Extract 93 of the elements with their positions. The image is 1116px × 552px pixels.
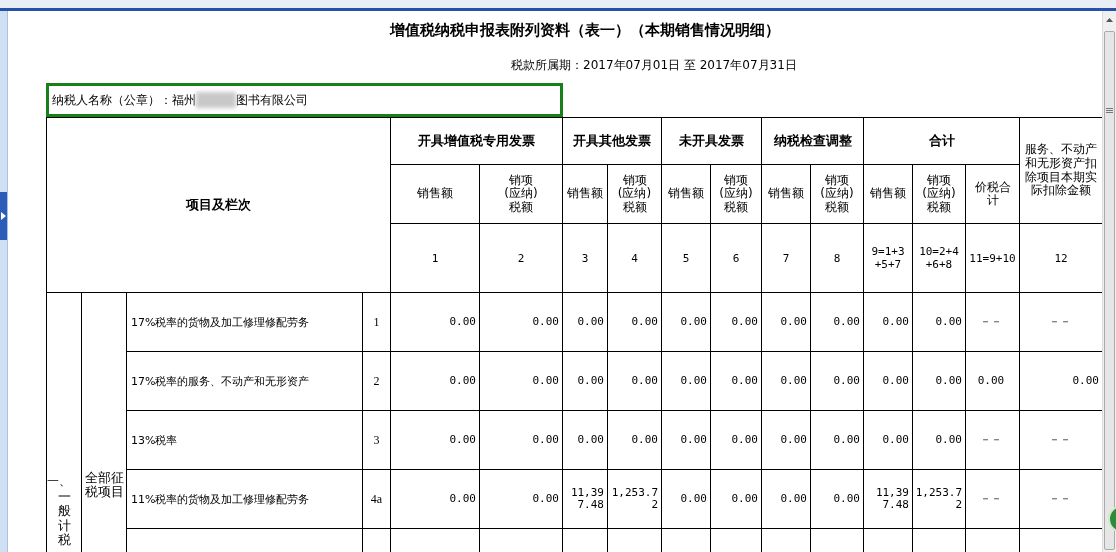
value-cell: 0.00 bbox=[863, 410, 913, 470]
header-cell: 纳税检查调整 bbox=[761, 117, 864, 165]
value-cell: 0.00 bbox=[390, 469, 480, 529]
value-cell: 0.00 bbox=[479, 469, 563, 529]
value-cell: 0.00 bbox=[761, 351, 811, 411]
value-cell: 11,397.48 bbox=[863, 469, 913, 529]
value-cell: 0.00 bbox=[661, 351, 711, 411]
value-cell: 0.00 bbox=[479, 351, 563, 411]
row-label: 17%税率的服务、不动产和无形资产 bbox=[126, 351, 363, 411]
value-cell: 0.00 bbox=[863, 351, 913, 411]
column-number: 10=2+4 +6+8 bbox=[912, 223, 966, 293]
header-cell: 销项(应纳)税额 bbox=[616, 174, 653, 214]
taxpayer-label: 纳税人名称（公章）：福州 bbox=[52, 91, 196, 109]
line-number: 1 bbox=[362, 292, 391, 352]
column-number: 8 bbox=[810, 223, 864, 293]
expand-arrow-icon bbox=[1, 212, 6, 220]
header-cell: 销项(应纳)税额 bbox=[718, 174, 754, 214]
header-cell: 销项(应纳)税额 bbox=[503, 174, 539, 214]
value-cell: －－ bbox=[965, 469, 1020, 529]
value-cell: 0.00 bbox=[562, 410, 608, 470]
value-cell: 0.00 bbox=[761, 292, 811, 352]
row-label: 17%税率的货物及加工修理修配劳务 bbox=[126, 292, 363, 352]
header-cell: 项目及栏次 bbox=[46, 117, 391, 293]
column-number: 9=1+3 +5+7 bbox=[863, 223, 913, 293]
tax-period: 税款所属期：2017年07月01日 至 2017年07月31日 bbox=[510, 57, 798, 71]
header-cell: 开具增值税专用发票 bbox=[390, 117, 563, 165]
value-cell: 0.00 bbox=[810, 469, 864, 529]
value-cell: 0.00 bbox=[710, 351, 762, 411]
column-number: 1 bbox=[390, 223, 480, 293]
column-number: 4 bbox=[607, 223, 662, 293]
header-cell: 销售额 bbox=[768, 187, 804, 201]
line-number: 2 bbox=[362, 351, 391, 411]
section-name: 一般计税 bbox=[57, 490, 71, 548]
column-number: 3 bbox=[562, 223, 608, 293]
header-cell: 销售额 bbox=[417, 187, 453, 201]
value-cell: －－ bbox=[965, 292, 1020, 352]
value-cell: 0.00 bbox=[390, 410, 480, 470]
column-number: 11=9+10 bbox=[965, 223, 1020, 293]
value-cell: 0.00 bbox=[607, 351, 662, 411]
value-cell: 0.00 bbox=[810, 410, 864, 470]
value-cell: 0.00 bbox=[810, 292, 864, 352]
header-cell: 销项(应纳)税额 bbox=[819, 174, 855, 214]
taxpayer-name: 图书有限公司 bbox=[236, 91, 308, 109]
scrollbar[interactable] bbox=[1102, 11, 1116, 552]
value-cell: 0.00 bbox=[710, 410, 762, 470]
value-cell: 0.00 bbox=[607, 410, 662, 470]
header-cell: 未开具发票 bbox=[661, 117, 762, 165]
form-title: 增值税纳税申报表附列资料（表一）（本期销售情况明细） bbox=[388, 20, 781, 41]
value-cell: 0.00 bbox=[661, 469, 711, 529]
value-cell: 0.00 bbox=[810, 351, 864, 411]
header-cell: 价税合计 bbox=[974, 180, 1011, 208]
header-cell: 销售额 bbox=[870, 187, 906, 201]
value-cell: 0.00 bbox=[710, 469, 762, 529]
expand-tab[interactable] bbox=[0, 192, 7, 240]
header-cell: 合计 bbox=[863, 117, 1020, 165]
value-cell: 11,397.48 bbox=[562, 469, 608, 529]
value-cell: 0.00 bbox=[390, 292, 480, 352]
value-cell: 0.00 bbox=[479, 410, 563, 470]
value-cell: 0.00 bbox=[761, 469, 811, 529]
value-cell: 0.00 bbox=[761, 410, 811, 470]
column-number: 7 bbox=[761, 223, 811, 293]
value-cell: 0.00 bbox=[912, 351, 966, 411]
value-cell: 0.00 bbox=[479, 292, 563, 352]
header-cell: 销项(应纳)税额 bbox=[921, 174, 957, 214]
header-cell: 开具其他发票 bbox=[562, 117, 662, 165]
value-cell: 0.00 bbox=[562, 351, 608, 411]
line-number: 4a bbox=[362, 469, 391, 529]
value-cell: 0.00 bbox=[661, 292, 711, 352]
line-number: 3 bbox=[362, 410, 391, 470]
value-cell: 0.00 bbox=[661, 410, 711, 470]
value-cell: 1,253.72 bbox=[607, 469, 662, 529]
value-cell: －－ bbox=[965, 410, 1020, 470]
row-label: 11%税率的货物及加工修理修配劳务 bbox=[126, 469, 363, 529]
grip-icon bbox=[1106, 107, 1113, 113]
column-number: 5 bbox=[661, 223, 711, 293]
header-cell: 销售额 bbox=[567, 187, 603, 201]
value-cell: 1,253.72 bbox=[912, 469, 966, 529]
value-cell: 0.00 bbox=[965, 351, 1020, 411]
column-number: 6 bbox=[710, 223, 762, 293]
value-cell: 0.00 bbox=[710, 292, 762, 352]
row-label: 13%税率 bbox=[126, 410, 363, 470]
scroll-thumb[interactable] bbox=[1104, 30, 1115, 550]
section-number: 一、 bbox=[47, 473, 72, 490]
value-cell: 0.00 bbox=[863, 292, 913, 352]
value-cell: 0.00 bbox=[607, 292, 662, 352]
value-cell: 0.00 bbox=[912, 410, 966, 470]
category-label: 全部征税项目 bbox=[83, 471, 125, 500]
value-cell: 0.00 bbox=[390, 351, 480, 411]
value-cell: 0.00 bbox=[912, 292, 966, 352]
scroll-up-arrow-icon bbox=[1106, 17, 1113, 22]
value-cell: 0.00 bbox=[562, 292, 608, 352]
header-cell: 销售额 bbox=[668, 187, 704, 201]
column-number: 2 bbox=[479, 223, 563, 293]
